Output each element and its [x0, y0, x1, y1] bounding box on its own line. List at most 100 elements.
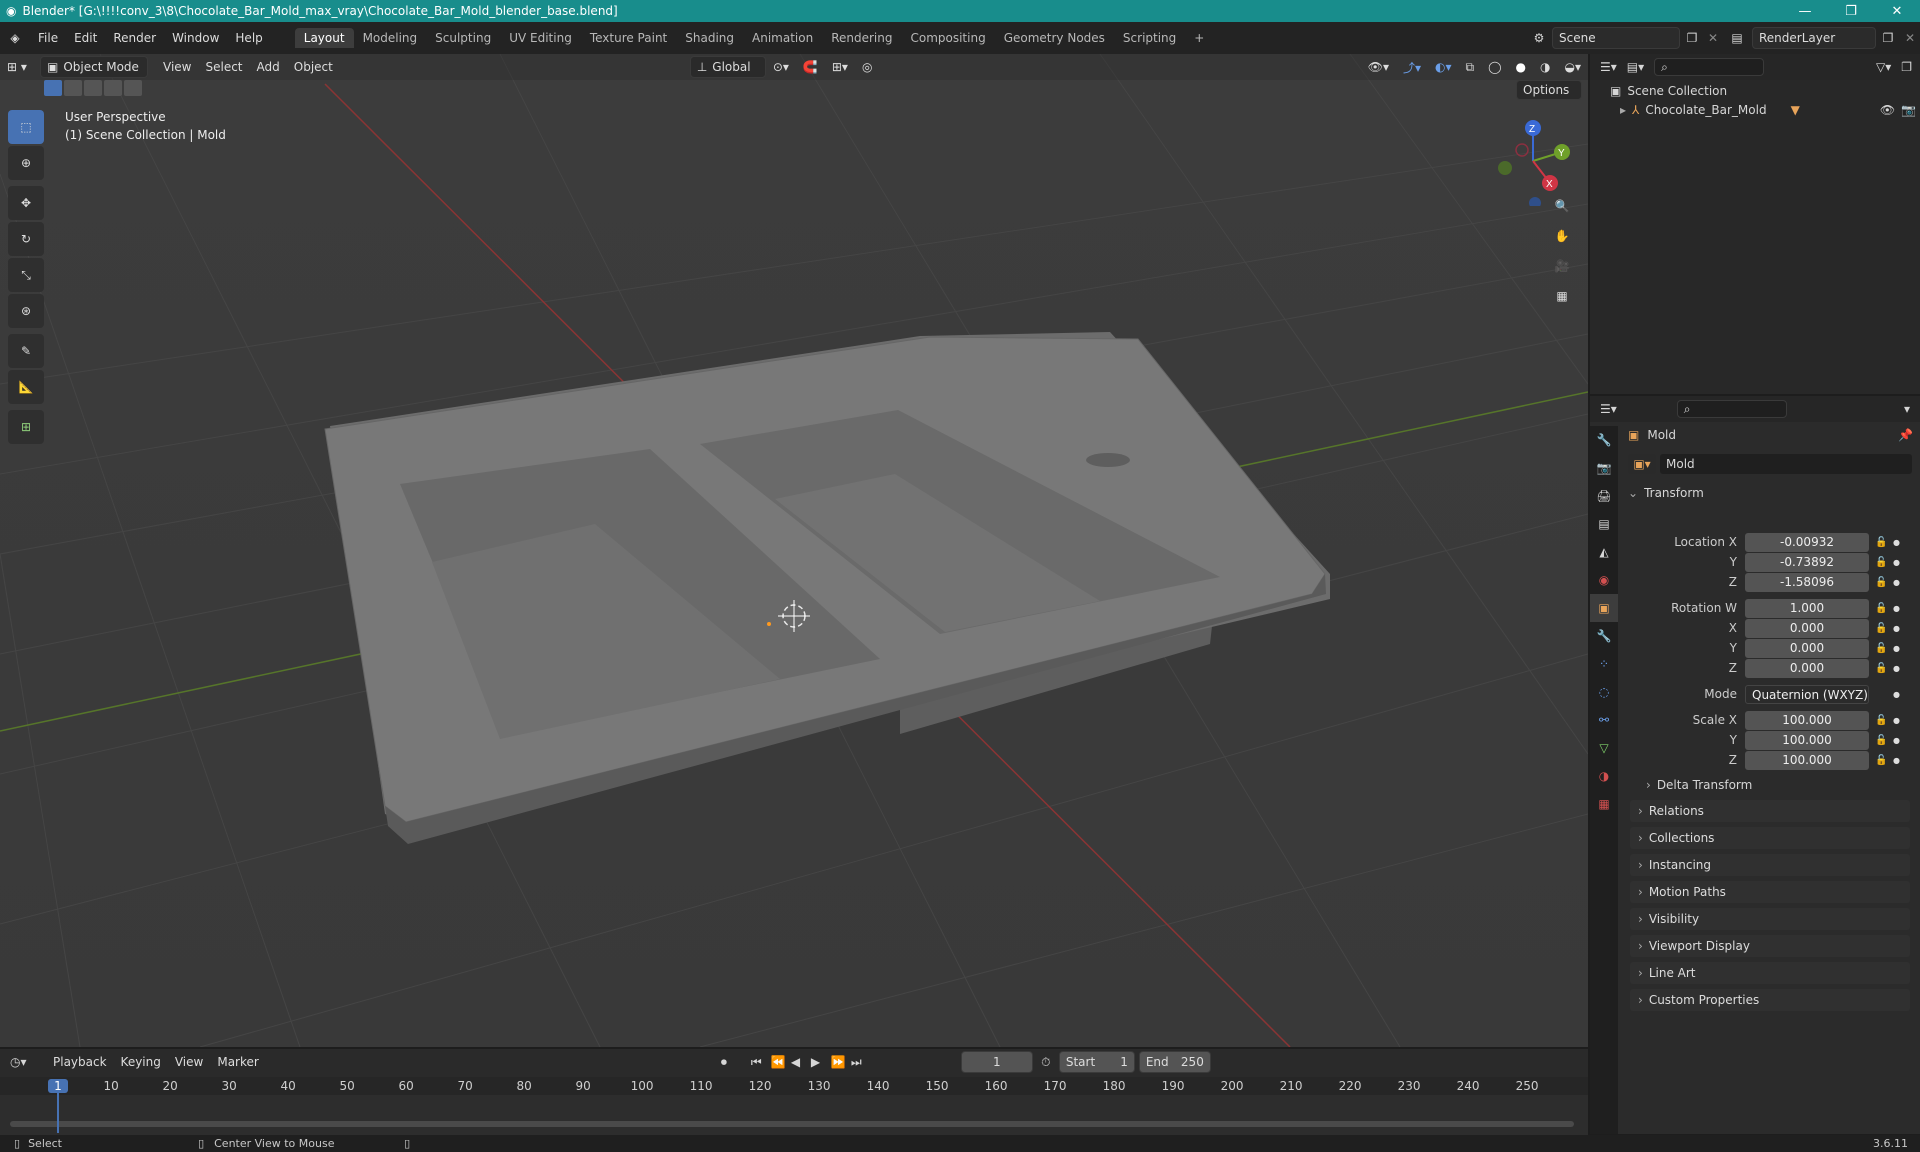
panel-instancing[interactable]: › Instancing: [1630, 854, 1910, 876]
lock-icon[interactable]: 🔓: [1875, 715, 1889, 726]
play-reverse-icon[interactable]: ◀: [791, 1055, 811, 1069]
keyframe-dot-icon[interactable]: ●: [1893, 716, 1901, 725]
snap-target-icon[interactable]: ⊞▾: [825, 58, 855, 76]
record-icon[interactable]: ⏺: [721, 1055, 751, 1070]
jump-keyframe-back-icon[interactable]: ⏪: [771, 1055, 791, 1069]
tab-animation[interactable]: Animation: [743, 28, 822, 48]
keyframe-dot-icon[interactable]: ●: [1893, 644, 1901, 653]
new-scene-icon[interactable]: ❐: [1680, 31, 1704, 45]
panel-motion-paths[interactable]: › Motion Paths: [1630, 881, 1910, 903]
lock-icon[interactable]: 🔓: [1875, 623, 1889, 634]
data-tab-icon[interactable]: ▽: [1590, 734, 1618, 762]
delete-scene-icon[interactable]: ✕: [1704, 31, 1722, 45]
jump-keyframe-forward-icon[interactable]: ⏩: [831, 1055, 851, 1069]
tab-texture-paint[interactable]: Texture Paint: [581, 28, 676, 48]
viewport-menu-add[interactable]: Add: [250, 58, 287, 76]
camera-render-icon[interactable]: 📷: [1901, 103, 1916, 117]
filter-icon[interactable]: ▽▾: [1876, 60, 1891, 74]
scene-icon[interactable]: ⚙: [1526, 31, 1552, 45]
tab-layout[interactable]: Layout: [294, 28, 354, 48]
pan-hand-icon[interactable]: ✋: [1548, 222, 1576, 250]
scale-x-field[interactable]: 100.000: [1745, 710, 1869, 730]
properties-search-input[interactable]: ⌕: [1676, 400, 1787, 418]
pin-icon[interactable]: 📌: [1898, 428, 1913, 442]
minimize-button[interactable]: —: [1782, 0, 1828, 22]
panel-collections[interactable]: › Collections: [1630, 827, 1910, 849]
proportional-edit-icon[interactable]: ◎: [855, 58, 879, 76]
scene-tab-icon[interactable]: ◭: [1590, 538, 1618, 566]
options-dropdown[interactable]: Options: [1516, 80, 1582, 100]
view-layer-icon[interactable]: ▤: [1722, 31, 1752, 45]
zoom-icon[interactable]: 🔍: [1548, 192, 1576, 220]
rotation-w-field[interactable]: 1.000: [1745, 598, 1869, 618]
select-new-icon[interactable]: [44, 80, 62, 96]
location-x-field[interactable]: -0.00932: [1745, 532, 1869, 552]
add-cube-tool-icon[interactable]: ⊞: [8, 410, 44, 444]
rendered-shading-icon[interactable]: ◒▾: [1558, 58, 1589, 76]
tab-modeling[interactable]: Modeling: [354, 28, 427, 48]
select-invert-icon[interactable]: [104, 80, 122, 96]
rotation-x-field[interactable]: 0.000: [1745, 618, 1869, 638]
particles-tab-icon[interactable]: ⁘: [1590, 650, 1618, 678]
menu-file[interactable]: File: [30, 31, 66, 45]
tab-geometry-nodes[interactable]: Geometry Nodes: [995, 28, 1114, 48]
viewport-menu-select[interactable]: Select: [198, 58, 249, 76]
start-frame-field[interactable]: Start 1: [1058, 1051, 1135, 1073]
view-layer-tab-icon[interactable]: ▤: [1590, 510, 1618, 538]
keyframe-dot-icon[interactable]: ●: [1893, 690, 1901, 699]
timeline-menu-view[interactable]: View: [168, 1053, 210, 1071]
ortho-grid-icon[interactable]: ▦: [1548, 282, 1576, 310]
object-tab-icon[interactable]: ▣: [1590, 594, 1618, 622]
tab-uv-editing[interactable]: UV Editing: [500, 28, 581, 48]
timeline-scrollbar[interactable]: [10, 1121, 1574, 1127]
keyframe-dot-icon[interactable]: ●: [1893, 578, 1901, 587]
texture-tab-icon[interactable]: ▦: [1590, 790, 1618, 818]
scale-z-field[interactable]: 100.000: [1745, 750, 1869, 770]
editor-type-icon[interactable]: ⊞ ▾: [0, 58, 40, 76]
timeline-menu-marker[interactable]: Marker: [210, 1053, 265, 1071]
solid-shading-icon[interactable]: ●: [1509, 58, 1533, 76]
location-z-field[interactable]: -1.58096: [1745, 572, 1869, 592]
maximize-button[interactable]: ❐: [1828, 0, 1874, 22]
camera-view-icon[interactable]: 🎥: [1548, 252, 1576, 280]
rotation-y-field[interactable]: 0.000: [1745, 638, 1869, 658]
object-type-icon[interactable]: ▣▾: [1628, 454, 1656, 474]
scene-selector[interactable]: Scene: [1552, 27, 1680, 49]
keyframe-dot-icon[interactable]: ●: [1893, 604, 1901, 613]
mode-selector[interactable]: ▣ Object Mode: [40, 56, 148, 78]
timeline-editor-icon[interactable]: ◷▾: [10, 1055, 46, 1069]
lock-icon[interactable]: 🔓: [1875, 755, 1889, 766]
lock-icon[interactable]: 🔓: [1875, 577, 1889, 588]
timeline-track-area[interactable]: [0, 1095, 1588, 1135]
wireframe-shading-icon[interactable]: ◯: [1481, 58, 1508, 76]
pivot-icon[interactable]: ⊙▾: [766, 58, 796, 76]
measure-tool-icon[interactable]: 📐: [8, 370, 44, 404]
clock-icon[interactable]: ⏱: [1033, 1055, 1059, 1070]
outliner-editor-icon[interactable]: ☰▾: [1600, 60, 1617, 74]
xray-icon[interactable]: ⧉: [1459, 58, 1482, 77]
select-box-tool-icon[interactable]: ⬚: [8, 110, 44, 144]
end-frame-field[interactable]: End 250: [1138, 1051, 1211, 1073]
lock-icon[interactable]: 🔓: [1875, 557, 1889, 568]
rotation-mode-select[interactable]: Quaternion (WXYZ): [1745, 684, 1869, 704]
new-layer-icon[interactable]: ❐: [1876, 31, 1900, 45]
material-tab-icon[interactable]: ◑: [1590, 762, 1618, 790]
gizmo-toggle-icon[interactable]: ⤴▾: [1396, 57, 1428, 78]
outliner-item-chocolate-bar-mold[interactable]: ▸ ⅄ Chocolate_Bar_Mold ▼ 👁 📷: [1620, 103, 1916, 117]
overlays-icon[interactable]: ◐▾: [1428, 58, 1459, 76]
tab-shading[interactable]: Shading: [676, 28, 743, 48]
select-intersect-icon[interactable]: [124, 80, 142, 96]
transform-tool-icon[interactable]: ⊛: [8, 294, 44, 328]
display-mode-icon[interactable]: ▤▾: [1627, 60, 1644, 74]
tool-tab-icon[interactable]: 🔧: [1590, 426, 1618, 454]
visibility-icon[interactable]: 👁▾: [1361, 58, 1396, 76]
3d-viewport[interactable]: ⊞ ▾ ▣ Object Mode View Select Add Object…: [0, 54, 1588, 1047]
expand-arrow-icon[interactable]: ▸: [1620, 103, 1626, 117]
viewport-scene[interactable]: [0, 54, 1588, 1047]
annotate-tool-icon[interactable]: ✎: [8, 334, 44, 368]
panel-custom-properties[interactable]: › Custom Properties: [1630, 989, 1910, 1011]
close-button[interactable]: ✕: [1874, 0, 1920, 22]
scale-y-field[interactable]: 100.000: [1745, 730, 1869, 750]
material-shading-icon[interactable]: ◑: [1533, 58, 1557, 76]
panel-line-art[interactable]: › Line Art: [1630, 962, 1910, 984]
